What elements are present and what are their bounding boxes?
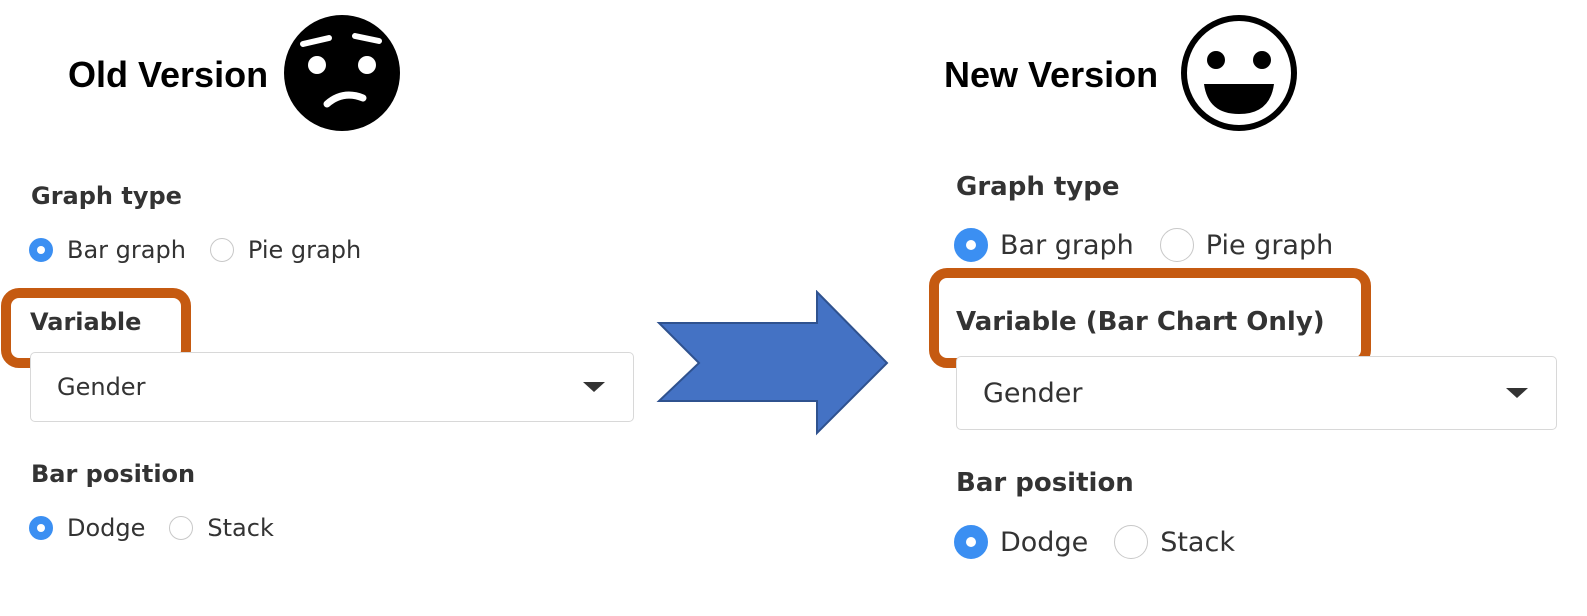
- stack-radio[interactable]: [1114, 525, 1149, 559]
- confused-face-icon: [284, 15, 400, 131]
- bar-graph-radio[interactable]: [954, 228, 988, 262]
- dodge-label[interactable]: Dodge: [1000, 527, 1088, 558]
- variable-select[interactable]: Gender: [956, 356, 1557, 430]
- pie-graph-label[interactable]: Pie graph: [1206, 230, 1333, 261]
- variable-label-highlight: [929, 268, 1371, 368]
- graph-type-radio-group: Bar graph Pie graph: [954, 228, 1359, 262]
- bar-position-label: Bar position: [956, 468, 1134, 498]
- variable-select[interactable]: Gender: [30, 352, 634, 422]
- stack-radio[interactable]: [169, 516, 194, 540]
- pie-graph-radio[interactable]: [209, 238, 234, 262]
- stack-label[interactable]: Stack: [1160, 527, 1235, 558]
- stack-label[interactable]: Stack: [207, 514, 273, 542]
- chevron-down-icon: [1506, 388, 1528, 398]
- graph-type-radio-group: Bar graph Pie graph: [29, 236, 385, 264]
- bar-graph-label[interactable]: Bar graph: [1000, 230, 1134, 261]
- graph-type-label: Graph type: [956, 172, 1120, 202]
- dodge-radio[interactable]: [29, 516, 53, 540]
- bar-position-label: Bar position: [31, 460, 196, 488]
- graph-type-label: Graph type: [31, 182, 182, 210]
- chevron-down-icon: [583, 382, 605, 392]
- bar-position-radio-group: Dodge Stack: [29, 514, 298, 542]
- bar-graph-label[interactable]: Bar graph: [67, 236, 186, 264]
- variable-select-value: Gender: [57, 373, 146, 401]
- bar-position-radio-group: Dodge Stack: [954, 525, 1261, 559]
- new-version-title: New Version: [944, 54, 1159, 95]
- pie-graph-radio[interactable]: [1159, 228, 1194, 262]
- happy-face-icon: [1181, 15, 1297, 131]
- bar-graph-radio[interactable]: [29, 238, 53, 262]
- dodge-radio[interactable]: [954, 525, 988, 559]
- pie-graph-label[interactable]: Pie graph: [248, 236, 361, 264]
- variable-select-value: Gender: [983, 377, 1083, 409]
- dodge-label[interactable]: Dodge: [67, 514, 145, 542]
- right-arrow-icon: [656, 290, 889, 436]
- old-version-title: Old Version: [68, 54, 269, 95]
